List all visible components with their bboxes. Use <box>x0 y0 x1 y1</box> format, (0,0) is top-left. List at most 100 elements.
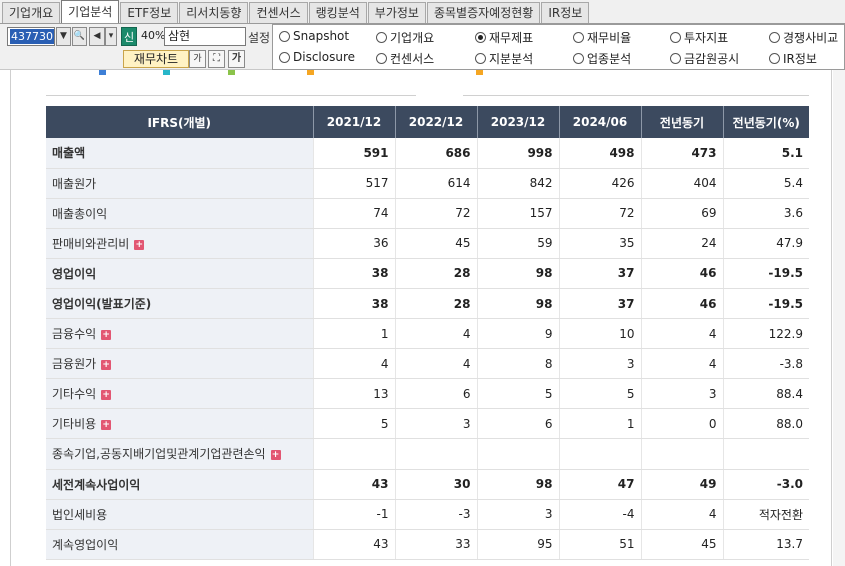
value-cell: -1 <box>313 499 396 530</box>
expand-plus-icon[interactable]: + <box>270 450 281 461</box>
column-header[interactable]: 2021/12 <box>313 106 396 138</box>
radio-option-8[interactable]: 지분분석 <box>475 50 533 67</box>
stock-code-input[interactable]: 437730 <box>7 27 55 46</box>
value-cell: 5 <box>477 378 560 410</box>
radio-dot-icon <box>573 32 584 43</box>
radio-dot-icon <box>475 53 486 64</box>
radio-dot-icon <box>376 32 387 43</box>
scrollbar-track[interactable] <box>833 70 845 566</box>
value-cell: 69 <box>641 198 724 229</box>
financial-chart-button[interactable]: 재무차트 <box>123 50 189 68</box>
tab-0[interactable]: 기업개요 <box>2 2 61 23</box>
expand-plus-icon[interactable]: + <box>101 420 112 431</box>
tab-6[interactable]: 부가정보 <box>367 2 426 23</box>
tab-8[interactable]: IR정보 <box>541 2 590 23</box>
expand-plus-icon[interactable]: + <box>101 330 112 341</box>
radio-option-4[interactable]: 투자지표 <box>670 29 728 46</box>
legend-item-0 <box>99 70 110 75</box>
font-size-up-button[interactable]: 가 <box>228 50 245 68</box>
code-dropdown-button[interactable]: ▼ <box>56 27 71 46</box>
column-header: IFRS(개별) <box>46 106 314 138</box>
value-cell: 28 <box>395 288 478 320</box>
radio-label: 지분분석 <box>489 52 534 66</box>
setting-label[interactable]: 설정 <box>248 29 270 46</box>
radio-option-5[interactable]: 경쟁사비교 <box>769 29 838 46</box>
chevron-down-icon: ▾ <box>108 31 114 41</box>
radio-option-3[interactable]: 재무비율 <box>573 29 631 46</box>
legend-item-2 <box>228 70 239 75</box>
font-size-down-button[interactable]: 가 <box>189 50 206 68</box>
value-cell: 98 <box>477 258 560 289</box>
value-cell: 적자전환 <box>723 499 809 530</box>
value-cell: 4 <box>395 318 478 350</box>
table-row: 판매비와관리비 +36 45 59 35 24 47.9 <box>46 228 809 259</box>
value-cell: 13 <box>313 378 396 410</box>
row-label-cell: 세전계속사업이익 <box>46 469 314 500</box>
value-cell: 4 <box>313 348 396 380</box>
value-cell: 46 <box>641 258 724 289</box>
row-label: 금융수익 <box>52 327 97 342</box>
radio-option-11[interactable]: IR정보 <box>769 50 817 67</box>
value-cell: 28 <box>395 258 478 289</box>
radio-label: 재무제표 <box>489 31 534 45</box>
radio-option-6[interactable]: Disclosure <box>279 50 355 64</box>
expand-button[interactable]: ⛶ <box>208 50 225 68</box>
value-cell: 3 <box>477 499 560 530</box>
radio-option-1[interactable]: 기업개요 <box>376 29 434 46</box>
radio-label: 컨센서스 <box>390 52 435 66</box>
column-header[interactable]: 2024/06 <box>559 106 642 138</box>
row-label: 계속영업이익 <box>52 537 119 552</box>
expand-plus-icon[interactable]: + <box>134 239 145 250</box>
row-label: 매출총이익 <box>52 206 108 221</box>
value-cell: 38 <box>313 288 396 320</box>
sound-button[interactable]: ◀ <box>89 27 105 46</box>
radio-label: 재무비율 <box>587 31 632 45</box>
value-cell: 98 <box>477 469 560 500</box>
value-cell: 43 <box>313 469 396 500</box>
expand-plus-icon[interactable]: + <box>101 390 112 401</box>
value-cell: 517 <box>313 168 396 199</box>
search-button[interactable]: 🔍 <box>72 27 87 46</box>
table-row: 영업이익 38 28 98 37 46 -19.5 <box>46 258 809 289</box>
row-label-cell: 판매비와관리비 + <box>46 228 314 259</box>
tab-2[interactable]: ETF정보 <box>120 2 179 23</box>
value-cell: -3 <box>395 499 478 530</box>
report-type-radio-group: Snapshot 기업개요 재무제표 재무비율 투자지표 경쟁사비교 Disclosure 컨… <box>272 24 845 70</box>
row-label: 매출원가 <box>52 176 97 191</box>
radio-option-2[interactable]: 재무제표 <box>475 29 533 46</box>
value-cell: 47.9 <box>723 228 809 259</box>
radio-option-9[interactable]: 업종분석 <box>573 50 631 67</box>
value-cell: 498 <box>559 138 642 169</box>
column-header[interactable]: 2023/12 <box>477 106 560 138</box>
column-header[interactable]: 전년동기(%) <box>723 106 809 138</box>
tab-4[interactable]: 컨센서스 <box>249 2 308 23</box>
value-cell <box>641 438 724 470</box>
sound-dropdown-button[interactable]: ▾ <box>105 27 117 46</box>
radio-option-10[interactable]: 금감원공시 <box>670 50 739 67</box>
column-header[interactable]: 전년동기 <box>641 106 724 138</box>
tab-7[interactable]: 종목별증자예정현황 <box>426 2 541 23</box>
value-cell: 4 <box>641 348 724 380</box>
value-cell <box>313 438 396 470</box>
legend-divider <box>463 95 809 96</box>
tab-5[interactable]: 랭킹분석 <box>308 2 367 23</box>
value-cell: 591 <box>313 138 396 169</box>
value-cell: 3 <box>641 378 724 410</box>
radio-option-7[interactable]: 컨센서스 <box>376 50 434 67</box>
font-large-label: 가 <box>231 53 242 64</box>
row-label: 종속기업,공동지배기업및관계기업관련손익 <box>52 447 266 462</box>
tab-1[interactable]: 기업분석 <box>61 0 120 23</box>
expand-plus-icon[interactable]: + <box>101 360 112 371</box>
legend-swatch-icon <box>228 70 235 75</box>
value-cell: 614 <box>395 168 478 199</box>
value-cell: 4 <box>641 499 724 530</box>
column-header[interactable]: 2022/12 <box>395 106 478 138</box>
radio-option-0[interactable]: Snapshot <box>279 29 349 43</box>
value-cell: 157 <box>477 198 560 229</box>
radio-label: 경쟁사비교 <box>783 31 839 45</box>
tab-3[interactable]: 리서치동향 <box>179 2 249 23</box>
shin-badge[interactable]: 신 <box>121 27 137 46</box>
value-cell: 36 <box>313 228 396 259</box>
stock-name-field[interactable]: 삼현 <box>164 27 246 46</box>
value-cell: 8 <box>477 348 560 380</box>
